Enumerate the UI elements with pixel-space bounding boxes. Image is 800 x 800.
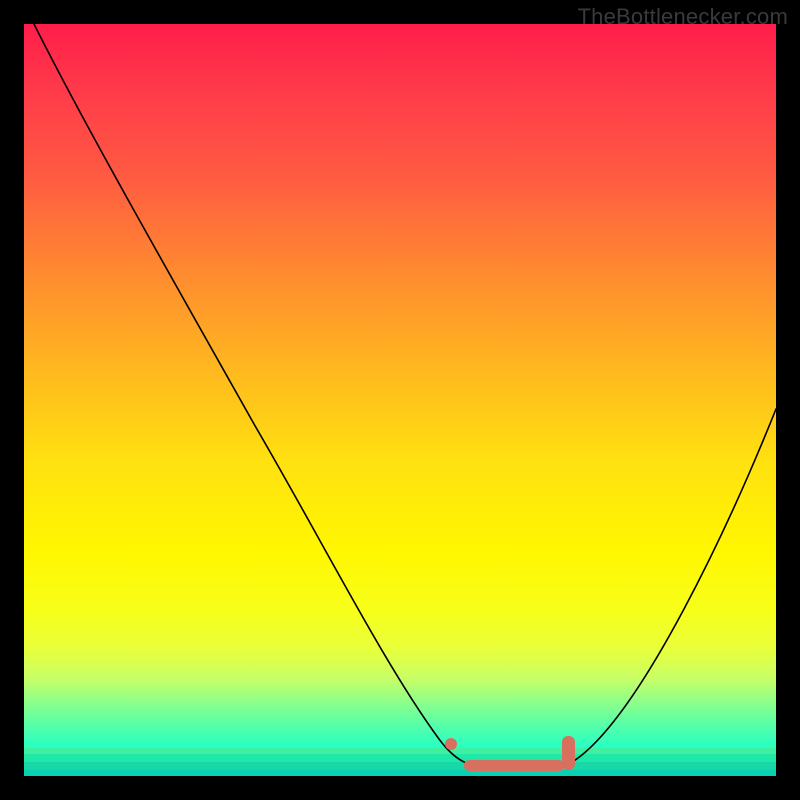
- optimal-marker-start: [445, 738, 457, 750]
- bottleneck-curve: [24, 24, 776, 776]
- plot-area: [24, 24, 776, 776]
- optimal-range-bar: [464, 760, 564, 771]
- source-label: TheBottlenecker.com: [578, 4, 788, 30]
- chart-frame: TheBottlenecker.com: [0, 0, 800, 800]
- optimal-marker-end: [562, 736, 575, 770]
- curve-left: [34, 24, 489, 768]
- curve-right: [569, 409, 776, 764]
- source-attribution: TheBottlenecker.com: [578, 4, 788, 30]
